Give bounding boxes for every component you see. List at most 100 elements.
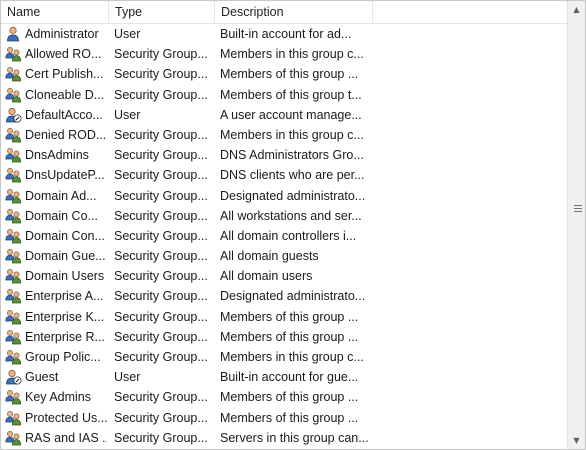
item-name: Cert Publish... xyxy=(25,67,104,82)
item-name: Enterprise R... xyxy=(25,329,105,344)
item-name: Allowed RO... xyxy=(25,47,102,62)
list-item[interactable]: RAS and IAS ... Security Group... Servers … xyxy=(1,428,567,448)
item-type: Security Group... xyxy=(114,87,208,102)
item-name: RAS and IAS ... xyxy=(25,430,107,445)
vertical-scrollbar[interactable]: ▲ ▼ xyxy=(567,1,585,449)
scroll-down-arrow-icon[interactable]: ▼ xyxy=(568,432,585,449)
group-icon xyxy=(5,309,22,325)
objects-list-view: Name Type Description Administrator User B… xyxy=(0,0,586,450)
item-type: Security Group... xyxy=(114,390,208,405)
item-description: All workstations and ser... xyxy=(220,208,362,223)
item-type: Security Group... xyxy=(114,208,208,223)
group-icon xyxy=(5,430,22,446)
list-body: Administrator User Built-in account for ad… xyxy=(1,24,567,448)
item-type: Security Group... xyxy=(114,148,208,163)
disabled-user-icon xyxy=(5,107,22,123)
group-icon xyxy=(5,127,22,143)
list-item[interactable]: DefaultAcco... User A user account manage.… xyxy=(1,105,567,125)
list-item[interactable]: DnsAdmins Security Group... DNS Administra… xyxy=(1,145,567,165)
list-item[interactable]: Domain Users Security Group... All domain … xyxy=(1,266,567,286)
item-name: Guest xyxy=(25,370,59,385)
item-description: Members of this group ... xyxy=(220,329,359,344)
list-item[interactable]: Administrator User Built-in account for ad… xyxy=(1,24,567,44)
item-type: Security Group... xyxy=(114,309,208,324)
item-type: Security Group... xyxy=(114,289,208,304)
item-name: Denied ROD... xyxy=(25,127,107,142)
list-item[interactable]: Enterprise K... Security Group... Members … xyxy=(1,307,567,327)
group-icon xyxy=(5,147,22,163)
item-type: User xyxy=(114,370,141,385)
item-name: Administrator xyxy=(25,27,99,41)
item-name: Cloneable D... xyxy=(25,87,105,102)
list-item[interactable]: Cert Publish... Security Group... Members … xyxy=(1,64,567,84)
list-item[interactable]: Guest User Built-in account for gue... xyxy=(1,367,567,387)
column-header-name[interactable]: Name xyxy=(1,1,108,23)
item-name: Enterprise A... xyxy=(25,289,104,304)
column-header-description[interactable]: Description xyxy=(214,1,373,23)
item-description: Members of this group ... xyxy=(220,390,359,405)
item-name: Domain Con... xyxy=(25,228,105,243)
item-type: User xyxy=(114,107,141,122)
list-item[interactable]: Allowed RO... Security Group... Members in… xyxy=(1,44,567,64)
item-description: DNS Administrators Gro... xyxy=(220,148,364,163)
list-item[interactable]: Protected Us... Security Group... Members … xyxy=(1,408,567,428)
group-icon xyxy=(5,208,22,224)
item-name: DefaultAcco... xyxy=(25,107,103,122)
item-description: Members of this group ... xyxy=(220,67,359,82)
item-name: DnsUpdateP... xyxy=(25,168,105,183)
item-description: Members in this group c... xyxy=(220,127,364,142)
group-icon xyxy=(5,46,22,62)
item-name: Domain Users xyxy=(25,269,105,284)
item-description: Members of this group ... xyxy=(220,309,359,324)
item-description: Built-in account for gue... xyxy=(220,370,359,385)
list-item[interactable]: DnsUpdateP... Security Group... DNS client… xyxy=(1,165,567,185)
item-type: Security Group... xyxy=(114,329,208,344)
item-type: User xyxy=(114,27,141,41)
list-item[interactable]: Enterprise A... Security Group... Designat… xyxy=(1,286,567,306)
item-type: Security Group... xyxy=(114,430,208,445)
item-name: Group Polic... xyxy=(25,350,101,364)
group-icon xyxy=(5,288,22,304)
item-type: Security Group... xyxy=(114,188,208,203)
item-type: Security Group... xyxy=(114,168,208,183)
item-description: All domain guests xyxy=(220,249,319,264)
list-item[interactable]: Group Polic... Security Group... Members i… xyxy=(1,347,567,367)
item-description: Members of this group ... xyxy=(220,410,359,425)
list-item[interactable]: Domain Ad... Security Group... Designated … xyxy=(1,186,567,206)
item-name: Enterprise K... xyxy=(25,309,105,324)
list-item[interactable]: Key Admins Security Group... Members of th… xyxy=(1,387,567,407)
list-item[interactable]: Cloneable D... Security Group... Members o… xyxy=(1,85,567,105)
group-icon xyxy=(5,248,22,264)
scroll-up-arrow-icon[interactable]: ▲ xyxy=(568,1,585,18)
item-description: Built-in account for ad... xyxy=(220,27,352,41)
item-name: Domain Ad... xyxy=(25,188,97,203)
item-name: DnsAdmins xyxy=(25,148,89,163)
list-item[interactable]: Enterprise R... Security Group... Members … xyxy=(1,327,567,347)
item-type: Security Group... xyxy=(114,249,208,264)
group-icon xyxy=(5,268,22,284)
column-header-type[interactable]: Type xyxy=(108,1,214,23)
group-icon xyxy=(5,167,22,183)
list-item[interactable]: Denied ROD... Security Group... Members in… xyxy=(1,125,567,145)
item-description: Designated administrato... xyxy=(220,188,366,203)
group-icon xyxy=(5,410,22,426)
item-description: Servers in this group can... xyxy=(220,430,369,445)
group-icon xyxy=(5,228,22,244)
scroll-thumb[interactable] xyxy=(570,18,582,432)
item-type: Security Group... xyxy=(114,269,208,284)
group-icon xyxy=(5,349,22,365)
item-type: Security Group... xyxy=(114,228,208,243)
group-icon xyxy=(5,329,22,345)
group-icon xyxy=(5,66,22,82)
item-description: DNS clients who are per... xyxy=(220,168,365,183)
list-item[interactable]: Domain Con... Security Group... All domain… xyxy=(1,226,567,246)
thumb-grip-line xyxy=(574,208,582,209)
item-type: Security Group... xyxy=(114,410,208,425)
item-name: Protected Us... xyxy=(25,410,107,425)
list-item[interactable]: Domain Gue... Security Group... All domain… xyxy=(1,246,567,266)
user-icon xyxy=(5,26,22,42)
item-type: Security Group... xyxy=(114,47,208,62)
thumb-grip-line xyxy=(574,205,582,206)
item-type: Security Group... xyxy=(114,127,208,142)
list-item[interactable]: Domain Co... Security Group... All worksta… xyxy=(1,206,567,226)
